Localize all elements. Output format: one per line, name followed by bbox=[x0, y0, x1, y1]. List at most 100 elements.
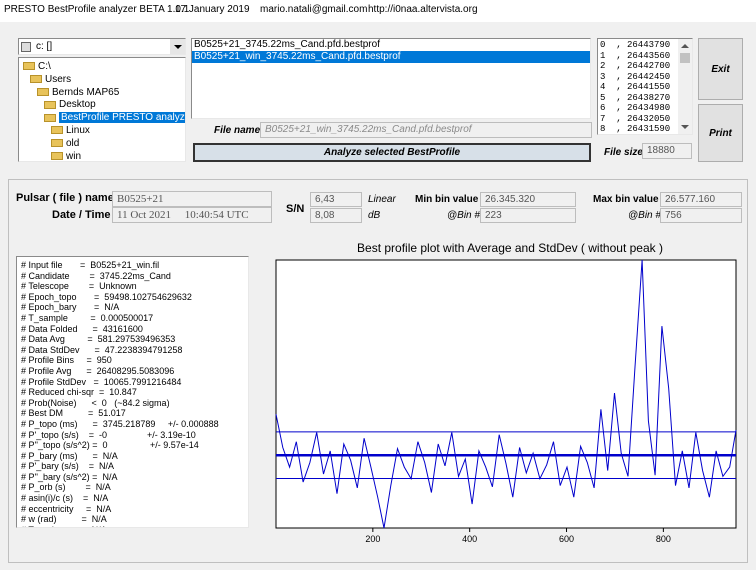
profile-info-textbox[interactable]: # Input file = B0525+21_win.fil # Candida… bbox=[16, 256, 249, 528]
info-line: # P'_bary (s/s) = N/A bbox=[21, 461, 114, 472]
folder-icon bbox=[51, 151, 63, 160]
folder-label: win bbox=[66, 150, 82, 162]
info-line: # Profile StdDev = 10065.7991216484 bbox=[21, 376, 182, 387]
info-line: # P'_topo (s/s) = -0 +/- 3.19e-10 bbox=[21, 429, 196, 440]
analyze-button[interactable]: Analyze selected BestProfile bbox=[193, 143, 591, 162]
min-bin-index-label: @Bin # bbox=[447, 210, 480, 221]
max-bin-index-field: 756 bbox=[660, 208, 742, 223]
min-bin-label: Min bin value bbox=[415, 194, 479, 205]
folder-label: C:\ bbox=[38, 61, 51, 72]
info-line: # T_peri = N/A bbox=[21, 525, 248, 527]
bin-value-item[interactable]: 8 , 26431590 bbox=[598, 124, 678, 134]
file-list[interactable]: B0525+21_3745.22ms_Cand.pfd.bestprof B052… bbox=[191, 38, 591, 119]
info-line: # P_topo (ms) = 3745.218789 +/- 0.000888 bbox=[21, 418, 219, 429]
print-button[interactable]: Print bbox=[698, 104, 743, 162]
folder-tree[interactable]: C:\ Users Bernds MAP65 Desktop BestProfile P… bbox=[18, 57, 186, 162]
datetime-label: Date / Time bbox=[52, 209, 111, 221]
scroll-down-icon[interactable] bbox=[681, 125, 689, 129]
drive-value: c: [] bbox=[36, 41, 53, 52]
pulsar-name-field: B0525+21 bbox=[112, 191, 272, 207]
profile-chart: 200 400 600 800 bbox=[275, 259, 737, 544]
bin-value-item[interactable]: 5 , 26438270 bbox=[598, 93, 678, 104]
bin-values-list[interactable]: 0 , 26443790 1 , 26443560 2 , 26442700 3 , … bbox=[597, 38, 693, 135]
scroll-up-icon[interactable] bbox=[681, 44, 689, 48]
sn-db-unit: dB bbox=[368, 210, 381, 221]
folder-label: old bbox=[66, 137, 80, 149]
bin-value-item[interactable]: 6 , 26434980 bbox=[598, 103, 678, 114]
x-tick-label: 800 bbox=[656, 534, 671, 544]
min-bin-value-field: 26.345.320 bbox=[480, 192, 576, 207]
datetime-field: 11 Oct 2021 10:40:54 UTC bbox=[112, 207, 272, 223]
x-tick-label: 600 bbox=[559, 534, 574, 544]
chart-title: Best profile plot with Average and StdDe… bbox=[357, 241, 663, 255]
time-value: 10:40:54 UTC bbox=[184, 209, 249, 221]
info-line: # P_bary (ms) = N/A bbox=[21, 450, 118, 461]
info-line: # Epoch_topo = 59498.102754629632 bbox=[21, 291, 192, 302]
folder-label: Bernds MAP65 bbox=[52, 86, 120, 98]
info-line: # Profile Bins = 950 bbox=[21, 355, 112, 366]
folder-item[interactable]: BestProfile PRESTO analyzer 1.0.1.e bbox=[44, 111, 185, 124]
author-email: mario.natali@gmail.com bbox=[260, 4, 368, 15]
drive-select[interactable]: c: [] bbox=[18, 38, 186, 55]
drive-icon bbox=[21, 42, 31, 52]
min-bin-index-field: 223 bbox=[480, 208, 576, 223]
folder-icon bbox=[44, 100, 56, 109]
folder-item[interactable]: Desktop bbox=[44, 98, 96, 111]
bin-value-item[interactable]: 2 , 26442700 bbox=[598, 61, 678, 72]
folder-item[interactable]: Bernds MAP65 bbox=[37, 86, 119, 99]
info-line: # Epoch_bary = N/A bbox=[21, 302, 120, 313]
scroll-thumb[interactable] bbox=[680, 53, 690, 63]
info-line: # Data Avg = 581.297539496353 bbox=[21, 334, 176, 345]
info-line: # Best DM = 51.017 bbox=[21, 408, 126, 419]
sn-label: S/N bbox=[286, 203, 305, 215]
app-title: PRESTO BestProfile analyzer BETA 1.0.1 bbox=[4, 4, 190, 15]
folder-item[interactable]: Linux bbox=[51, 124, 90, 137]
folder-label: Users bbox=[45, 73, 72, 85]
bin-value-item[interactable]: 7 , 26432050 bbox=[598, 114, 678, 125]
file-list-item[interactable]: B0525+21_win_3745.22ms_Cand.pfd.bestprof bbox=[192, 51, 590, 63]
info-line: # Data StdDev = 47.2238394791258 bbox=[21, 344, 183, 355]
bin-value-item[interactable]: 1 , 26443560 bbox=[598, 51, 678, 62]
date-value: 11 Oct 2021 bbox=[117, 209, 171, 221]
max-bin-label: Max bin value bbox=[593, 194, 659, 205]
folder-icon bbox=[30, 75, 42, 84]
info-line: # Prob(Noise) < 0 (~84.2 sigma) bbox=[21, 397, 170, 408]
folder-icon bbox=[51, 139, 63, 148]
file-size-label: File size bbox=[604, 147, 643, 158]
info-line: # T_sample = 0.000500017 bbox=[21, 312, 154, 323]
folder-icon bbox=[51, 126, 63, 135]
bin-value-item[interactable]: 4 , 26441550 bbox=[598, 82, 678, 93]
folder-icon bbox=[44, 113, 56, 122]
sn-linear-unit: Linear bbox=[368, 194, 396, 205]
bin-list-scrollbar[interactable] bbox=[678, 39, 692, 134]
info-line: # eccentricity = N/A bbox=[21, 503, 112, 514]
title-bar: PRESTO BestProfile analyzer BETA 1.0.1 1… bbox=[0, 0, 756, 22]
info-line: # Candidate = 3745.22ms_Cand bbox=[21, 270, 171, 281]
pulsar-label: Pulsar ( file ) name bbox=[16, 192, 114, 204]
x-tick-label: 200 bbox=[365, 534, 380, 544]
info-line: # P''_topo (s/s^2) = 0 +/- 9.57e-14 bbox=[21, 440, 199, 451]
info-line: # w (rad) = N/A bbox=[21, 514, 107, 525]
exit-button[interactable]: Exit bbox=[698, 38, 743, 100]
bin-value-item[interactable]: 9 , 26428660 bbox=[598, 135, 678, 136]
sn-linear-field: 6,43 bbox=[310, 192, 362, 207]
folder-item[interactable]: old bbox=[51, 137, 79, 150]
folder-item[interactable]: C:\ bbox=[23, 60, 51, 73]
folder-icon bbox=[23, 62, 35, 71]
folder-item[interactable]: Users bbox=[30, 73, 71, 86]
info-line: # Input file = B0525+21_win.fil bbox=[21, 260, 160, 270]
file-name-field: B0525+21_win_3745.22ms_Cand.pfd.bestprof bbox=[260, 122, 592, 138]
plot-area bbox=[275, 259, 737, 529]
file-list-item[interactable]: B0525+21_3745.22ms_Cand.pfd.bestprof bbox=[192, 39, 590, 51]
max-bin-value-field: 26.577.160 bbox=[660, 192, 742, 207]
bin-value-item[interactable]: 0 , 26443790 bbox=[598, 40, 678, 51]
folder-icon bbox=[37, 87, 49, 96]
info-line: # Profile Avg = 26408295.5083096 bbox=[21, 365, 175, 376]
sn-db-field: 8,08 bbox=[310, 208, 362, 223]
info-line: # asin(i)/c (s) = N/A bbox=[21, 493, 109, 504]
bin-value-item[interactable]: 3 , 26442450 bbox=[598, 72, 678, 83]
folder-item[interactable]: win bbox=[51, 150, 82, 162]
release-date: 17 January 2019 bbox=[175, 4, 250, 15]
x-tick-label: 400 bbox=[462, 534, 477, 544]
chevron-down-icon[interactable] bbox=[170, 39, 185, 54]
